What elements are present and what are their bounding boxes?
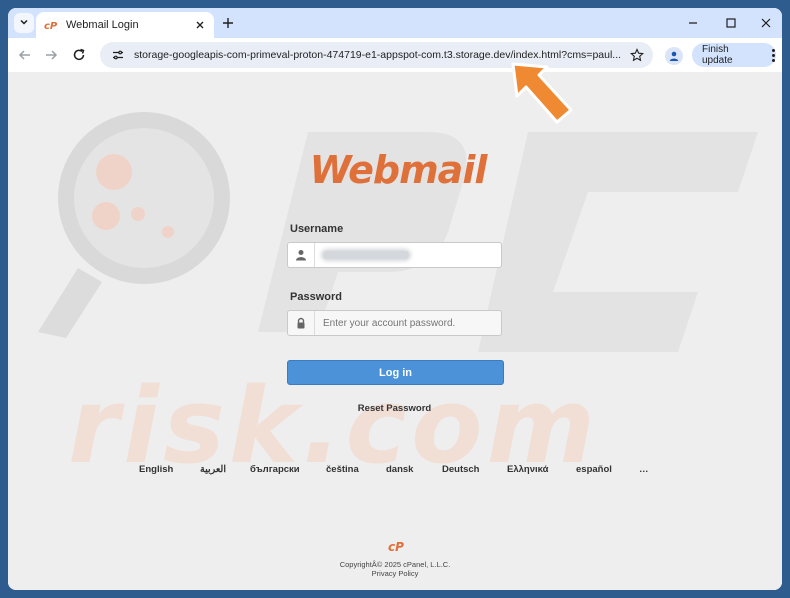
password-input[interactable] — [315, 312, 501, 334]
svg-text:cP: cP — [44, 21, 58, 31]
plus-icon[interactable] — [220, 15, 236, 31]
close-icon[interactable] — [192, 17, 208, 33]
lang-spanish[interactable]: español — [576, 464, 612, 475]
language-list: English العربية български čeština dansk … — [128, 464, 668, 478]
forward-arrow-icon[interactable] — [42, 46, 60, 64]
reset-password-link[interactable]: Reset Password — [287, 403, 502, 414]
tab-search-button[interactable] — [14, 13, 34, 33]
lang-danish[interactable]: dansk — [386, 464, 413, 475]
tab-strip: cP Webmail Login — [8, 8, 782, 38]
browser-toolbar: storage-googleapis-com-primeval-proton-4… — [8, 38, 782, 72]
lang-greek[interactable]: Ελληνικά — [507, 464, 548, 475]
cpanel-favicon-icon: cP — [44, 18, 58, 32]
url-text[interactable]: storage-googleapis-com-primeval-proton-4… — [134, 49, 634, 61]
orange-arrow-annotation — [511, 62, 573, 124]
lang-english[interactable]: English — [139, 464, 173, 475]
minimize-icon[interactable] — [686, 16, 700, 30]
reload-icon[interactable] — [70, 46, 88, 64]
webmail-logo: Webmail — [309, 148, 488, 192]
lang-arabic[interactable]: العربية — [200, 464, 226, 475]
chevron-down-icon — [19, 14, 29, 32]
back-arrow-icon[interactable] — [16, 46, 34, 64]
star-icon[interactable] — [629, 47, 645, 63]
window-close-icon[interactable] — [759, 16, 773, 30]
profile-icon[interactable] — [665, 47, 683, 65]
password-field-wrapper — [287, 310, 502, 336]
username-blurred-value — [323, 251, 409, 259]
user-icon — [288, 243, 315, 267]
finish-update-label: Finish update — [702, 44, 733, 66]
lang-bulgarian[interactable]: български — [250, 464, 300, 475]
lock-icon — [288, 311, 315, 335]
kebab-menu-icon[interactable] — [770, 48, 776, 62]
cpanel-logo: cP — [388, 540, 404, 554]
tab-webmail-login[interactable]: cP Webmail Login — [36, 12, 214, 38]
login-button[interactable]: Log in — [287, 360, 504, 385]
tab-title: Webmail Login — [66, 19, 139, 31]
username-label: Username — [290, 223, 344, 235]
password-label: Password — [290, 291, 342, 303]
copyright-text: CopyrightÂ© 2025 cPanel, L.L.C. — [339, 560, 451, 569]
site-info-icon[interactable] — [110, 47, 126, 63]
browser-window: cP Webmail Login storage-googleapis-com-… — [8, 8, 782, 590]
lang-czech[interactable]: čeština — [326, 464, 359, 475]
lang-more[interactable]: … — [639, 464, 649, 475]
lang-german[interactable]: Deutsch — [442, 464, 479, 475]
maximize-icon[interactable] — [724, 16, 738, 30]
privacy-policy-link[interactable]: Privacy Policy — [294, 569, 496, 578]
page-content: risk.com Webmail Username Password Log i… — [8, 72, 782, 590]
username-field[interactable] — [287, 242, 502, 268]
finish-update-button[interactable]: Finish update — [692, 43, 776, 67]
